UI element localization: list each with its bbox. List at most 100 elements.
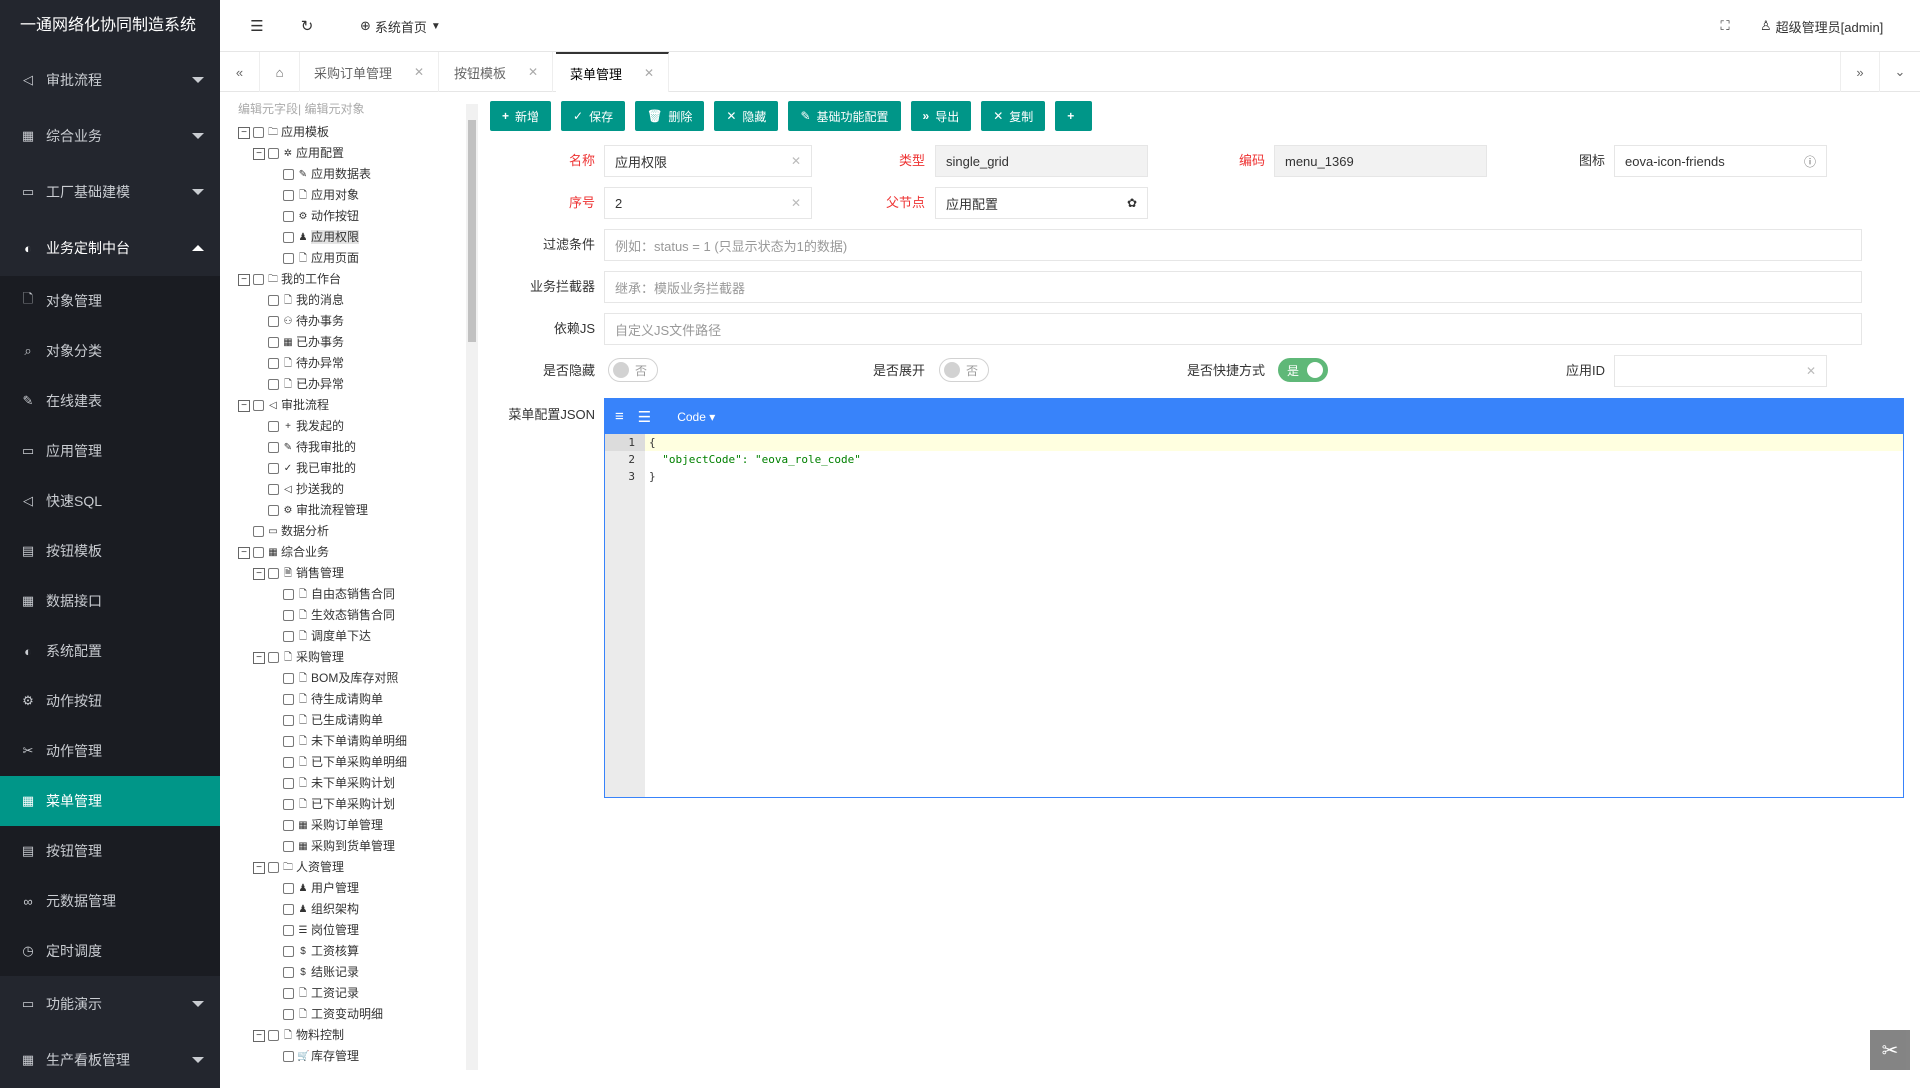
tree-node[interactable]: 🗋待生成请购单 [230,689,466,710]
mode-dropdown[interactable]: Code ▾ [677,410,715,424]
tree-node[interactable]: ✎应用数据表 [230,164,466,185]
json-editor[interactable]: ≡ ☰ Code ▾ 1 2 3 { "objectCode": "eova_r… [604,398,1904,798]
tree-node[interactable]: ☰岗位管理 [230,920,466,941]
tree-node[interactable]: 🛒库存管理 [230,1046,466,1067]
tree-checkbox[interactable] [253,274,264,285]
tab-button-template[interactable]: 按钮模板✕ [440,52,553,92]
tree-checkbox[interactable] [283,211,294,222]
tree-node[interactable]: ⚇待办事务 [230,311,466,332]
shortcut-switch[interactable]: 是 [1278,358,1328,382]
tree-checkbox[interactable] [283,757,294,768]
tree-checkbox[interactable] [268,295,279,306]
tree-node[interactable]: ▭数据分析 [230,521,466,542]
tab-purchase-order[interactable]: 采购订单管理✕ [300,52,439,92]
tree-checkbox[interactable] [283,799,294,810]
tree-node[interactable]: ♟用户管理 [230,878,466,899]
sidebar-item-0[interactable]: ◁审批流程 [0,52,220,108]
tree-checkbox[interactable] [268,568,279,579]
toolbar-button-4[interactable]: ✎基础功能配置 [788,101,900,131]
tree-checkbox[interactable] [268,652,279,663]
tools-icon[interactable]: ✂ [1870,1030,1910,1070]
tree-node[interactable]: $工资核算 [230,941,466,962]
tree-checkbox[interactable] [283,253,294,264]
sidebar-item-1[interactable]: ▦综合业务 [0,108,220,164]
tree-node[interactable]: 🗋应用页面 [230,248,466,269]
clear-icon[interactable]: ✕ [791,154,801,168]
tree-node[interactable]: −◁审批流程 [230,395,466,416]
close-icon[interactable]: ✕ [414,65,424,79]
tree-node[interactable]: 🗋已办异常 [230,374,466,395]
tree-node[interactable]: ▦采购到货单管理 [230,836,466,857]
tab-menu-management[interactable]: 菜单管理✕ [556,52,669,92]
collapse-icon[interactable]: − [253,568,265,580]
clear-icon[interactable]: ✕ [1806,364,1816,378]
toolbar-button-1[interactable]: ✓保存 [561,101,625,131]
tree-checkbox[interactable] [283,1009,294,1020]
tree-node[interactable]: 🗋自由态销售合同 [230,584,466,605]
tree-node[interactable]: ✓我已审批的 [230,458,466,479]
collapse-icon[interactable]: − [238,400,250,412]
sidebar-item-3[interactable]: ◐业务定制中台 [0,220,220,276]
toolbar-button-6[interactable]: ✕复制 [981,101,1045,131]
sidebar-item-6[interactable]: ✎在线建表 [0,376,220,426]
tree-node[interactable]: −🗎销售管理 [230,563,466,584]
tree-node[interactable]: 🗋未下单请购单明细 [230,731,466,752]
tree-checkbox[interactable] [268,358,279,369]
tree-checkbox[interactable] [268,148,279,159]
sidebar-item-4[interactable]: 🗋对象管理 [0,276,220,326]
tree-node[interactable]: 🗋调度单下达 [230,626,466,647]
tree-checkbox[interactable] [283,232,294,243]
fullscreen-icon[interactable]: ⛶ [1710,0,1740,52]
sidebar-item-16[interactable]: ∞元数据管理 [0,876,220,926]
tree-checkbox[interactable] [268,316,279,327]
tree-checkbox[interactable] [283,904,294,915]
tree-node[interactable]: −✲应用配置 [230,143,466,164]
tree-node[interactable]: −🗀人资管理 [230,857,466,878]
parent-field[interactable]: 应用配置✿ [935,187,1148,219]
close-icon[interactable]: ✕ [528,65,538,79]
compact-icon[interactable]: ☰ [638,408,651,426]
tree-checkbox[interactable] [283,820,294,831]
tree-node[interactable]: 🗋已下单采购单明细 [230,752,466,773]
toolbar-button-3[interactable]: ✕隐藏 [714,101,778,131]
sidebar-item-7[interactable]: ▭应用管理 [0,426,220,476]
tree-checkbox[interactable] [283,841,294,852]
tree-checkbox[interactable] [268,505,279,516]
hidden-switch[interactable]: 否 [608,358,658,382]
info-icon[interactable]: ⓘ [1804,153,1816,170]
tree-checkbox[interactable] [268,862,279,873]
filter-input[interactable]: 例如：status = 1 (只显示状态为1的数据) [604,229,1862,261]
collapse-icon[interactable]: − [238,547,250,559]
tree-node[interactable]: 🗋BOM及库存对照 [230,668,466,689]
tree-checkbox[interactable] [283,946,294,957]
tree-checkbox[interactable] [253,127,264,138]
home-tab-icon[interactable]: ⌂ [260,52,300,92]
tree-checkbox[interactable] [268,484,279,495]
toolbar-button-0[interactable]: +新增 [490,101,551,131]
collapse-icon[interactable]: − [253,652,265,664]
sidebar-item-18[interactable]: ▭功能演示 [0,976,220,1032]
collapse-icon[interactable]: − [253,148,265,160]
tree-node[interactable]: −🗋采购管理 [230,647,466,668]
tree-checkbox[interactable] [268,379,279,390]
toolbar-button-2[interactable]: 🗑删除 [635,101,704,131]
tree-checkbox[interactable] [283,715,294,726]
tab-menu-chevron-icon[interactable]: ⌄ [1880,52,1920,92]
sidebar-item-14[interactable]: ▦菜单管理 [0,776,220,826]
format-icon[interactable]: ≡ [615,408,624,425]
tree-node[interactable]: 🗋未下单采购计划 [230,773,466,794]
collapse-icon[interactable]: − [238,127,250,139]
tree-node[interactable]: +我发起的 [230,416,466,437]
sidebar-item-2[interactable]: ▭工厂基础建模 [0,164,220,220]
order-field[interactable]: 2✕ [604,187,812,219]
toolbar-button-5[interactable]: »导出 [911,101,972,131]
menu-toggle-icon[interactable]: ☰ [242,0,272,52]
editor-code[interactable]: { "objectCode": "eova_role_code" } [645,434,1903,797]
tree-node[interactable]: ▦已办事务 [230,332,466,353]
tree-node[interactable]: 🗋已生成请购单 [230,710,466,731]
home-dropdown[interactable]: ⊕ 系统首页 ▼ [360,0,441,52]
tree-checkbox[interactable] [283,589,294,600]
close-icon[interactable]: ✕ [644,66,654,80]
tree-node[interactable]: −🗀应用模板 [230,122,466,143]
tree-node[interactable]: ♟组织架构 [230,899,466,920]
